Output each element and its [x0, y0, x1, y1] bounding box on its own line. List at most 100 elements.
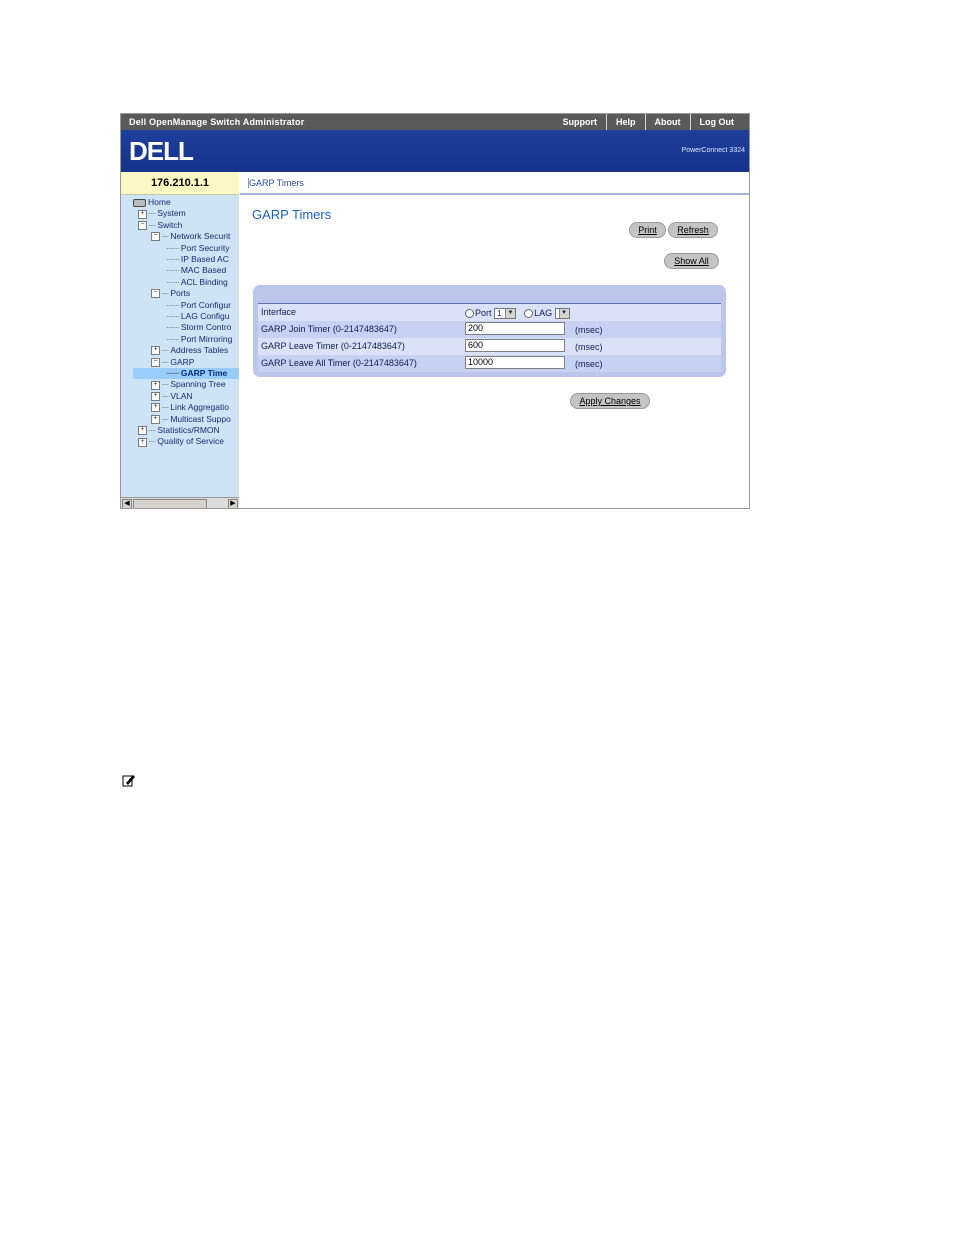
form-table: Interface Port 1 ▼ LAG ▼ GARP Join Timer …: [258, 303, 721, 372]
interface-label: Interface: [261, 307, 297, 317]
tree-item[interactable]: + ···· VLAN: [151, 391, 193, 402]
tree-item[interactable]: + ···· Multicast Suppo: [151, 414, 231, 425]
expand-icon[interactable]: +: [138, 426, 147, 436]
app-title: Dell OpenManage Switch Administrator: [129, 117, 305, 127]
tree-item-label: GARP: [170, 356, 195, 367]
nav-tree: Home + ···· System − ···· Switch − ···· Network S…: [121, 197, 239, 495]
tree-item-label: System: [157, 208, 186, 219]
breadcrumb-bar: GARP Timers: [240, 172, 749, 195]
top-nav: Support Help About Log Out: [553, 114, 743, 130]
tree-item[interactable]: ······· ACL Binding: [166, 277, 228, 288]
lag-label: LAG: [534, 308, 553, 318]
tree-item-label: Statistics/RMON: [157, 425, 220, 435]
scroll-left-icon[interactable]: ◀: [122, 499, 132, 508]
tree-item[interactable]: + ···· System: [138, 208, 186, 219]
about-link[interactable]: About: [644, 114, 690, 130]
tree-item[interactable]: Home: [133, 197, 171, 208]
leave-all-timer-input[interactable]: [465, 356, 565, 369]
tree-item[interactable]: ······· Port Configur: [166, 300, 231, 311]
leave-timer-label: GARP Leave Timer (0-2147483647): [261, 341, 405, 351]
tree-item[interactable]: + ···· Address Tables: [151, 345, 228, 356]
tree-item-label: Switch: [157, 219, 183, 230]
note-icon: [122, 775, 135, 787]
tree-item-label: Home: [148, 197, 171, 207]
tree-item[interactable]: ······· MAC Based: [166, 265, 226, 276]
scroll-thumb[interactable]: [133, 499, 207, 508]
expand-icon[interactable]: +: [151, 346, 160, 356]
lag-radio[interactable]: [524, 309, 534, 319]
tree-item[interactable]: − ···· GARP: [151, 357, 194, 368]
expand-icon[interactable]: +: [138, 437, 147, 447]
tree-item-label: Quality of Service: [157, 436, 224, 447]
join-timer-unit: (msec): [575, 325, 603, 335]
title-bar: Dell OpenManage Switch Administrator Sup…: [121, 114, 749, 130]
tree-item-label: LAG Configu: [180, 311, 230, 321]
collapse-icon[interactable]: −: [138, 221, 147, 231]
tree-item-label: Network Securit: [170, 231, 231, 242]
tree-item-label: IP Based AC: [180, 254, 229, 264]
tree-item-label: Storm Contro: [180, 322, 232, 333]
leave-all-timer-label: GARP Leave All Timer (0-2147483647): [261, 358, 417, 368]
page-title: GARP Timers: [252, 207, 332, 222]
tree-item[interactable]: + ···· Spanning Tree: [151, 379, 226, 390]
collapse-icon[interactable]: −: [151, 289, 160, 299]
interface-row: Interface Port 1 ▼ LAG ▼: [258, 304, 721, 321]
interface-selector: Port 1 ▼ LAG ▼: [465, 305, 570, 322]
garp-timers-form: Interface Port 1 ▼ LAG ▼ GARP Join Timer …: [253, 285, 726, 377]
join-timer-label: GARP Join Timer (0-2147483647): [261, 324, 397, 334]
tree-item-label: Spanning Tree: [170, 379, 226, 390]
tree-item[interactable]: ······· Port Mirroring: [166, 334, 232, 345]
scroll-right-icon[interactable]: ▶: [228, 499, 238, 508]
refresh-button[interactable]: Refresh: [668, 222, 718, 238]
tree-item-label: MAC Based: [180, 265, 227, 276]
print-button[interactable]: Print: [629, 222, 666, 238]
expand-icon[interactable]: +: [151, 392, 160, 402]
tree-item[interactable]: ······· GARP Time: [133, 368, 239, 379]
port-select[interactable]: 1 ▼: [494, 308, 517, 320]
tree-item-label: ACL Binding: [180, 276, 228, 287]
tree-item-label: GARP Time: [180, 368, 228, 378]
expand-icon[interactable]: +: [138, 209, 147, 219]
tree-item[interactable]: − ···· Ports: [151, 288, 190, 299]
tree-item[interactable]: ······· LAG Configu: [166, 311, 230, 322]
device-ip: 176.210.1.1: [121, 172, 239, 195]
expand-icon[interactable]: +: [151, 414, 160, 424]
leave-timer-input[interactable]: [465, 339, 565, 352]
lag-select[interactable]: ▼: [554, 308, 570, 320]
tree-item[interactable]: − ···· Network Securit: [151, 231, 230, 242]
leave-all-timer-row: GARP Leave All Timer (0-2147483647) (mse…: [258, 355, 721, 372]
chevron-down-icon: ▼: [505, 309, 516, 319]
expand-icon[interactable]: +: [151, 380, 160, 390]
leave-all-timer-unit: (msec): [575, 359, 603, 369]
tree-item[interactable]: + ···· Link Aggregatio: [151, 402, 229, 413]
help-link[interactable]: Help: [605, 114, 645, 130]
dell-logo: DELL: [129, 137, 195, 165]
port-radio[interactable]: [465, 309, 474, 319]
logout-link[interactable]: Log Out: [689, 114, 744, 130]
tree-item-label: Port Security: [180, 242, 230, 253]
tree-item-label: Ports: [170, 288, 191, 299]
tree-item-label: VLAN: [170, 390, 193, 401]
tree-item[interactable]: ······· IP Based AC: [166, 254, 229, 265]
tree-item[interactable]: ······· Storm Contro: [166, 322, 231, 333]
model-name: PowerConnect 3324: [681, 147, 745, 154]
apply-changes-button[interactable]: Apply Changes: [570, 393, 650, 409]
chevron-down-icon: ▼: [558, 309, 569, 319]
horizontal-scrollbar[interactable]: ◀ ▶: [121, 497, 239, 508]
breadcrumb: GARP Timers: [248, 178, 304, 188]
collapse-icon[interactable]: −: [151, 232, 160, 242]
support-link[interactable]: Support: [553, 114, 606, 130]
tree-item-label: Link Aggregatio: [170, 402, 229, 413]
content-area: GARP Timers Print Refresh Show All Inter…: [240, 195, 749, 508]
tree-item[interactable]: − ···· Switch: [138, 220, 182, 231]
join-timer-row: GARP Join Timer (0-2147483647) (msec): [258, 321, 721, 338]
join-timer-input[interactable]: [465, 322, 565, 335]
show-all-button[interactable]: Show All: [664, 253, 719, 269]
tree-item[interactable]: ······· Port Security: [166, 243, 229, 254]
tree-item[interactable]: + ···· Quality of Service: [138, 436, 224, 447]
svg-text:DELL: DELL: [129, 137, 194, 165]
tree-item-label: Multicast Suppo: [170, 413, 231, 424]
expand-icon[interactable]: +: [151, 403, 160, 413]
collapse-icon[interactable]: −: [151, 357, 160, 367]
tree-item[interactable]: + ···· Statistics/RMON: [138, 425, 220, 436]
